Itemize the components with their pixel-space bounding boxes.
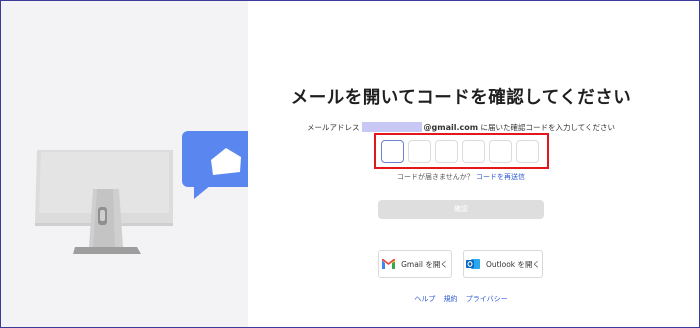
monitor-icon	[35, 150, 173, 254]
email-instruction: メールアドレス @gmail.com に届いた確認コードを入力してください	[250, 122, 672, 133]
page-title: メールを開いてコードを確認してください	[290, 88, 632, 108]
illustration-panel	[1, 1, 248, 327]
outlook-label: Outlook を開く	[485, 259, 541, 269]
code-cell-1[interactable]	[381, 140, 404, 163]
code-cell-3[interactable]	[435, 140, 458, 163]
mail-bubble-icon	[182, 131, 248, 199]
code-input-group	[381, 140, 539, 163]
footer-help-link[interactable]: ヘルプ	[414, 295, 435, 303]
email-domain: @gmail.com	[423, 123, 479, 132]
resend-line: コードが届きませんか？ コードを再送信	[250, 172, 672, 182]
confirm-button[interactable]: 確認	[378, 200, 544, 219]
code-cell-5[interactable]	[489, 140, 512, 163]
code-cell-4[interactable]	[462, 140, 485, 163]
footer-privacy-link[interactable]: プライバシー	[466, 295, 508, 303]
code-cell-6[interactable]	[516, 140, 539, 163]
open-gmail-button[interactable]: Gmail を開く	[378, 250, 452, 278]
footer-terms-link[interactable]: 規約	[444, 295, 458, 303]
outlook-icon	[465, 259, 480, 269]
monitor-illustration	[35, 131, 248, 254]
code-cell-2[interactable]	[408, 140, 431, 163]
resend-question: コードが届きませんか？	[396, 173, 474, 181]
email-mask	[361, 122, 422, 132]
gmail-label: Gmail を開く	[401, 259, 448, 269]
email-suffix: に届いた確認コードを入力してください	[478, 123, 615, 132]
gmail-icon	[382, 259, 396, 269]
footer-links: ヘルプ 規約 プライバシー	[250, 294, 672, 304]
resend-link[interactable]: コードを再送信	[476, 173, 525, 181]
open-outlook-button[interactable]: Outlook を開く	[463, 250, 543, 278]
email-prefix: メールアドレス	[307, 123, 360, 132]
